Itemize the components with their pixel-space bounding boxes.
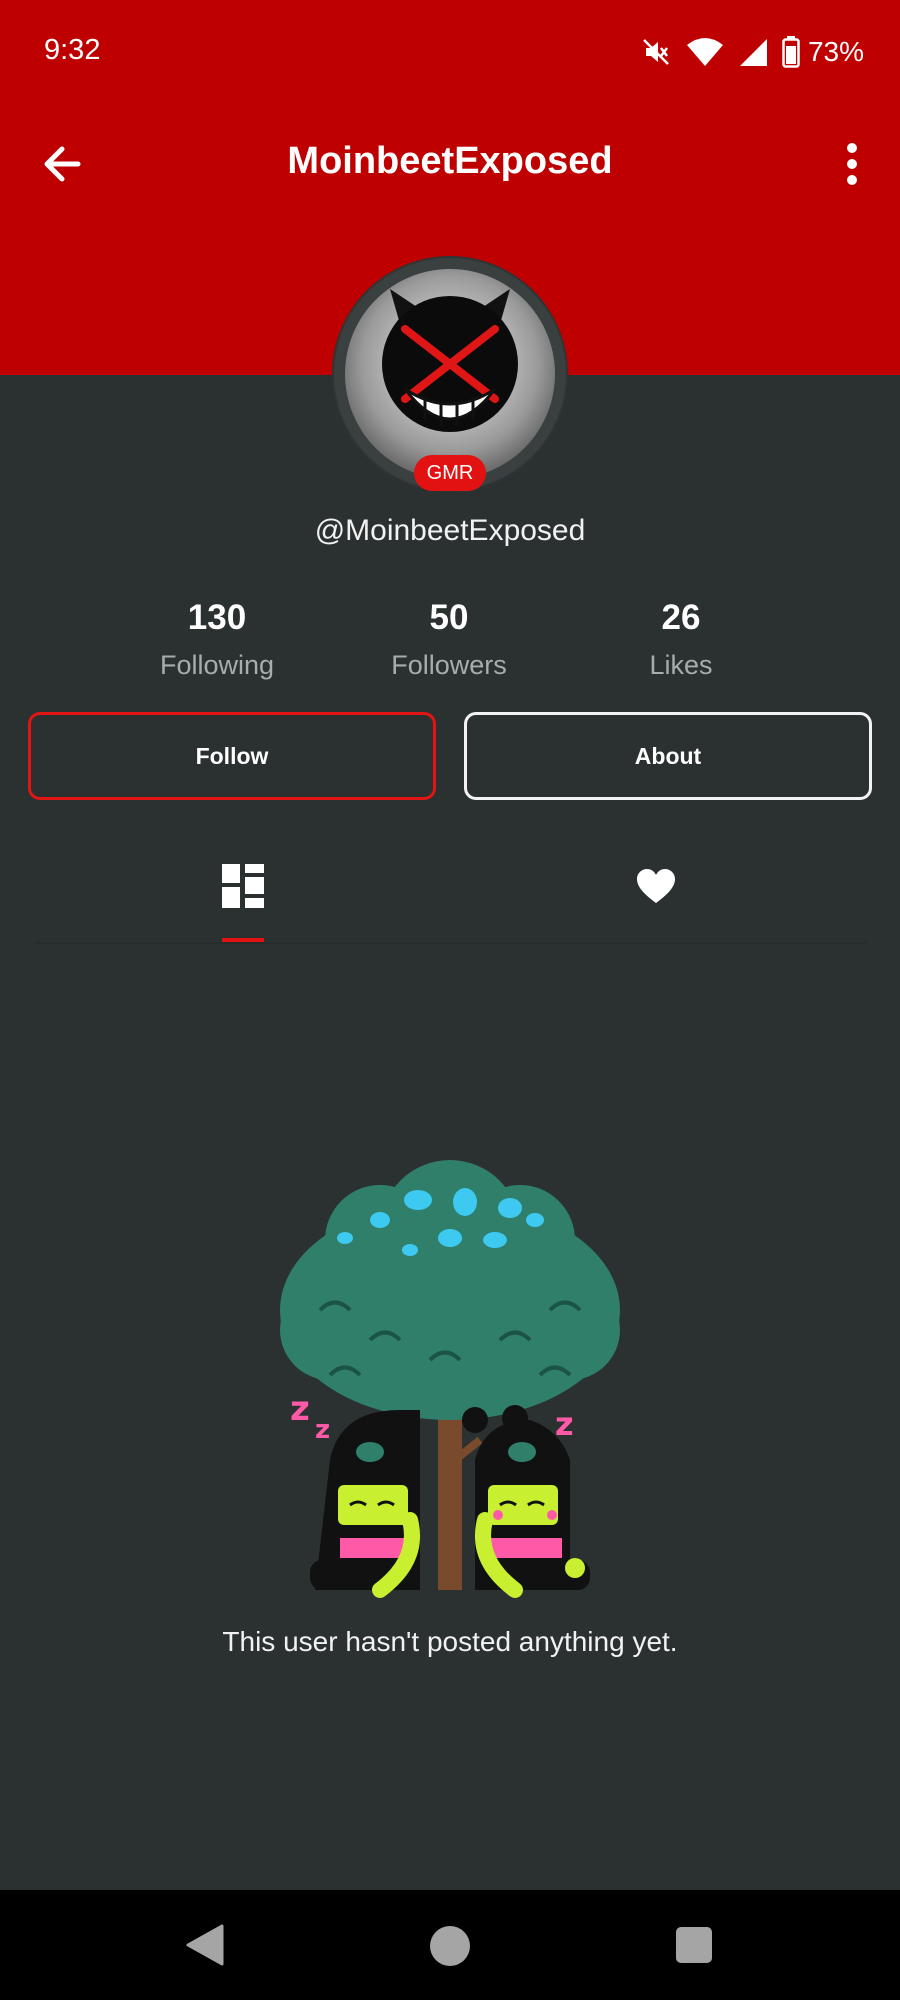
back-button[interactable] bbox=[36, 134, 96, 194]
stat-followers[interactable]: 50 Followers bbox=[349, 598, 549, 681]
tab-divider bbox=[34, 942, 866, 944]
empty-state-illustration: z z z bbox=[270, 1160, 630, 1600]
toolbar: MoinbeetExposed bbox=[0, 104, 900, 224]
battery-percent: 73% bbox=[807, 36, 864, 67]
status-time: 9:32 bbox=[44, 34, 101, 66]
svg-text:z: z bbox=[315, 1415, 330, 1445]
system-navigation-bar bbox=[0, 1890, 900, 2000]
stat-label: Likes bbox=[649, 650, 713, 680]
svg-text:z: z bbox=[290, 1389, 310, 1429]
tab-likes[interactable] bbox=[556, 852, 756, 942]
heart-icon bbox=[636, 868, 676, 909]
stat-value: 26 bbox=[661, 598, 701, 637]
nav-back-icon[interactable] bbox=[184, 1924, 224, 1971]
signal-icon bbox=[738, 37, 768, 67]
about-button[interactable]: About bbox=[464, 712, 872, 800]
stat-value: 50 bbox=[429, 598, 469, 637]
about-button-label: About bbox=[634, 742, 702, 769]
role-badge: GMR bbox=[414, 455, 486, 491]
nav-home-icon[interactable] bbox=[430, 1926, 470, 1966]
status-icons: 73% bbox=[640, 32, 864, 72]
arrow-left-icon bbox=[36, 146, 96, 198]
page-title: MoinbeetExposed bbox=[287, 140, 613, 182]
avatar[interactable] bbox=[345, 269, 555, 479]
tab-posts[interactable] bbox=[143, 852, 343, 942]
follow-button[interactable]: Follow bbox=[28, 712, 436, 800]
more-vertical-icon bbox=[830, 143, 874, 198]
follow-button-label: Follow bbox=[195, 742, 269, 769]
stat-label: Following bbox=[159, 650, 275, 680]
battery-icon bbox=[782, 36, 800, 68]
stat-following[interactable]: 130 Following bbox=[117, 598, 317, 681]
stat-label: Followers bbox=[391, 650, 507, 680]
mute-icon bbox=[640, 36, 672, 68]
nav-recents-icon[interactable] bbox=[676, 1927, 712, 1963]
stat-value: 130 bbox=[187, 598, 247, 637]
empty-state-message: This user hasn't posted anything yet. bbox=[222, 1626, 678, 1657]
stat-likes[interactable]: 26 Likes bbox=[581, 598, 781, 681]
grid-icon bbox=[222, 864, 264, 913]
more-options-button[interactable] bbox=[830, 134, 874, 194]
svg-text:z: z bbox=[555, 1405, 574, 1443]
wifi-icon bbox=[686, 37, 724, 67]
status-bar: 9:32 73% bbox=[0, 0, 900, 104]
username: @MoinbeetExposed bbox=[314, 514, 586, 547]
